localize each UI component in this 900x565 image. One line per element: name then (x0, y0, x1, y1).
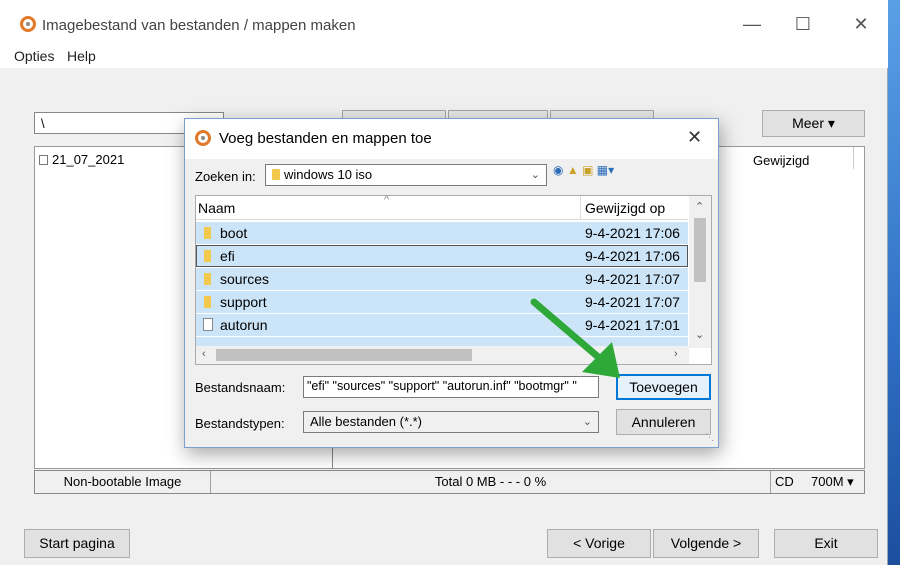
status-bar: Non-bootable Image Total 0 MB - - - 0 % … (34, 470, 865, 494)
chevron-down-icon: ⌄ (582, 416, 592, 428)
menu-opties[interactable]: Opties (14, 48, 54, 64)
folder-icon (204, 296, 211, 308)
scroll-thumb[interactable] (216, 349, 472, 361)
scroll-up-icon[interactable]: ⌃ (695, 200, 704, 213)
column-name[interactable]: Naam (198, 200, 235, 216)
dialog-title: Voeg bestanden en mappen toe (219, 130, 432, 147)
back-icon[interactable]: ◉ (553, 163, 563, 177)
previous-button[interactable]: < Vorige (547, 529, 651, 558)
up-folder-icon[interactable]: ▲ (567, 163, 579, 177)
folder-icon (272, 169, 280, 180)
menu-bar: Opties Help (0, 48, 888, 68)
media-type[interactable]: CD (771, 471, 811, 493)
scroll-left-icon[interactable]: ‹ (202, 348, 206, 360)
dialog-close-button[interactable]: ✕ (687, 127, 702, 148)
folder-icon (204, 273, 211, 285)
exit-button[interactable]: Exit (774, 529, 878, 558)
column-modified[interactable]: Gewijzigd op (585, 200, 665, 216)
row-date: 9-4-2021 17:07 (585, 271, 680, 287)
list-header: Naam ^ Gewijzigd op (196, 196, 688, 220)
scroll-right-icon[interactable]: › (674, 348, 678, 360)
folder-icon (204, 227, 211, 239)
navigation-icons[interactable]: ◉ ▲ ▣ ▦▾ (553, 163, 614, 177)
file-icon (203, 318, 213, 331)
filetype-select[interactable]: Alle bestanden (*.*) ⌄ (303, 411, 599, 433)
media-size-select[interactable]: 700M ▾ (811, 471, 865, 493)
total-status: Total 0 MB - - - 0 % (211, 471, 771, 493)
next-button[interactable]: Volgende > (653, 529, 759, 558)
chevron-down-icon: ⌄ (530, 169, 540, 181)
title-bar: Imagebestand van bestanden / mappen make… (0, 0, 888, 48)
row-name: sources (220, 271, 270, 287)
row-date: 9-4-2021 17:06 (585, 225, 680, 241)
boot-status: Non-bootable Image (35, 471, 211, 493)
folder-icon (204, 250, 211, 262)
add-files-dialog: Voeg bestanden en mappen toe ✕ Zoeken in… (184, 118, 719, 448)
look-in-label: Zoeken in: (195, 169, 256, 184)
maximize-button[interactable]: ☐ (791, 12, 815, 36)
look-in-select[interactable]: windows 10 iso ⌄ (265, 164, 547, 186)
column-separator[interactable] (580, 196, 581, 220)
column-header-modified[interactable]: Gewijzigd (753, 153, 809, 168)
add-button[interactable]: Toevoegen (616, 374, 711, 400)
look-in-value: windows 10 iso (284, 167, 373, 182)
column-separator (853, 147, 854, 169)
resize-grip-icon[interactable]: ⋱ (705, 432, 714, 443)
green-arrow-icon (530, 298, 620, 378)
row-name: efi (220, 248, 235, 264)
dialog-title-bar: Voeg bestanden en mappen toe ✕ (185, 119, 718, 159)
row-name: autorun (220, 317, 268, 333)
filetype-value: Alle bestanden (*.*) (310, 414, 423, 429)
table-row[interactable]: efi 9-4-2021 17:06 (196, 245, 688, 267)
new-folder-icon[interactable]: ▣ (582, 163, 593, 177)
view-menu-icon[interactable]: ▦▾ (597, 163, 614, 177)
vertical-scrollbar[interactable]: ⌃ ⌄ (689, 196, 711, 348)
menu-help[interactable]: Help (67, 48, 96, 64)
window-title: Imagebestand van bestanden / mappen make… (42, 17, 356, 34)
entry-name: 21_07_2021 (52, 152, 125, 167)
sort-indicator-icon: ^ (384, 195, 390, 206)
list-item[interactable]: 21_07_2021 (39, 152, 124, 167)
row-date: 9-4-2021 17:06 (585, 248, 680, 264)
filetype-label: Bestandstypen: (195, 416, 285, 431)
table-row[interactable]: boot 9-4-2021 17:06 (196, 222, 688, 244)
pane-splitter[interactable] (332, 447, 333, 469)
start-page-button[interactable]: Start pagina (24, 529, 130, 558)
row-name: boot (220, 225, 248, 241)
minimize-button[interactable]: — (740, 12, 764, 36)
scroll-down-icon[interactable]: ⌄ (695, 328, 704, 341)
close-button[interactable]: ✕ (849, 12, 873, 36)
dialog-disc-icon (195, 130, 211, 146)
row-name: support (220, 294, 267, 310)
app-disc-icon (20, 16, 36, 32)
filename-label: Bestandsnaam: (195, 380, 286, 395)
file-icon (39, 155, 48, 165)
scroll-thumb[interactable] (694, 218, 706, 282)
table-row[interactable]: sources 9-4-2021 17:07 (196, 268, 688, 290)
more-button[interactable]: Meer ▾ (762, 110, 865, 137)
file-list[interactable]: Naam ^ Gewijzigd op boot 9-4-2021 17:06 … (195, 195, 712, 365)
cancel-button[interactable]: Annuleren (616, 409, 711, 435)
